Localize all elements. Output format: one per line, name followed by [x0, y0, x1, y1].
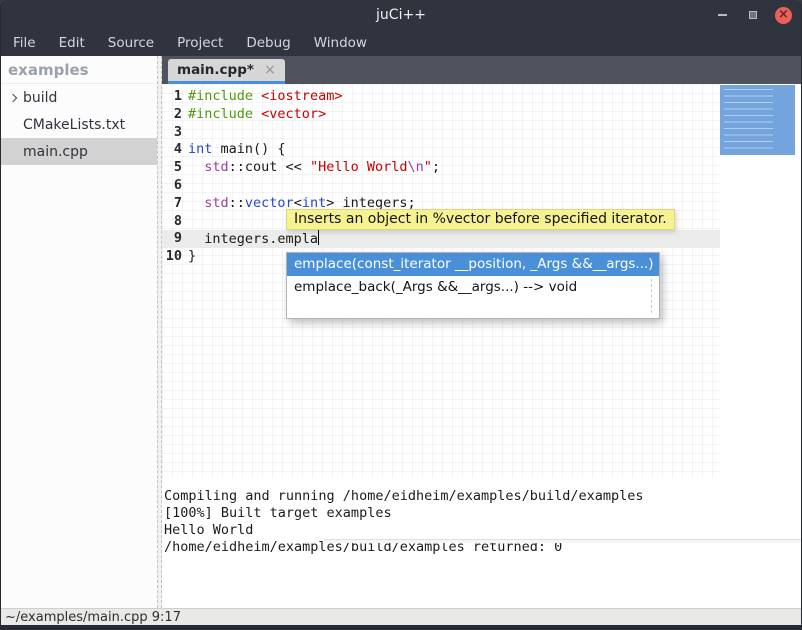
chevron-right-icon: [7, 145, 21, 159]
code-segment: std: [204, 195, 228, 211]
build-output-console[interactable]: Compiling and running /home/eidheim/exam…: [162, 487, 802, 608]
line-number: 1: [162, 88, 188, 106]
code-segment: [188, 159, 204, 175]
code-editor[interactable]: 1#include <iostream>2#include <vector>34…: [162, 84, 802, 483]
line-number: 8: [162, 213, 188, 231]
code-segment: #include: [188, 88, 253, 104]
completion-item[interactable]: emplace(const_iterator __position, _Args…: [287, 253, 659, 276]
line-number: 5: [162, 159, 188, 177]
main-area: main.cpp* × 1#include <iostream>2#includ…: [162, 56, 802, 608]
code-line: 1#include <iostream>: [162, 88, 720, 106]
menu-item-project[interactable]: Project: [174, 33, 226, 53]
code-line: 5 std::cout << "Hello World\n";: [162, 159, 720, 177]
minimap-code-preview: [724, 89, 773, 149]
menu-item-debug[interactable]: Debug: [243, 33, 293, 53]
completion-doc-tooltip: Inserts an object in %vector before spec…: [286, 209, 675, 230]
menu-item-edit[interactable]: Edit: [56, 33, 88, 53]
minimize-button[interactable]: [713, 6, 731, 24]
chevron-right-icon: [7, 91, 21, 105]
tabbar: main.cpp* ×: [162, 56, 802, 84]
code-segment: [253, 88, 261, 104]
maximize-icon: [749, 11, 757, 19]
titlebar[interactable]: juCi++ ×: [0, 0, 802, 30]
window-frame-bottom: [0, 625, 802, 630]
pane-separator-vertical[interactable]: [157, 56, 162, 608]
code-text: }: [188, 248, 196, 266]
code-segment: [188, 195, 204, 211]
menu-item-file[interactable]: File: [10, 33, 39, 53]
code-segment: [253, 106, 261, 122]
window-controls: ×: [713, 0, 792, 30]
code-segment: ;: [432, 159, 440, 175]
code-segment: <iostream>: [261, 88, 342, 104]
completion-item[interactable]: emplace_back(_Args &&__args...) --> void: [287, 276, 659, 299]
code-segment: "Hello World: [310, 159, 408, 175]
code-segment: integers.empla: [188, 231, 318, 247]
chevron-right-icon: [7, 118, 21, 132]
code-segment: int: [188, 141, 212, 157]
sidebar-item-cmakelists-txt[interactable]: CMakeLists.txt: [0, 111, 158, 138]
minimap[interactable]: [720, 85, 795, 155]
completion-popup: emplace(const_iterator __position, _Args…: [286, 252, 660, 319]
menu-item-window[interactable]: Window: [311, 33, 370, 53]
code-line: 6: [162, 177, 720, 195]
code-segment: ::cout <<: [229, 159, 310, 175]
code-segment: main() {: [212, 141, 285, 157]
close-icon: ×: [778, 8, 789, 21]
line-number: 9: [162, 230, 188, 248]
statusbar: ~/examples/main.cpp 9:17: [0, 608, 802, 625]
code-segment: std: [204, 159, 228, 175]
line-number: 7: [162, 195, 188, 213]
text-caret: [318, 230, 319, 245]
menu-item-source[interactable]: Source: [105, 33, 157, 53]
code-text: int main() {: [188, 141, 286, 159]
sidebar-item-build[interactable]: build: [0, 84, 158, 111]
juci-window: juCi++ × File Edit Source Project Debug Windo…: [0, 0, 802, 630]
code-segment: }: [188, 248, 196, 264]
console-line: Compiling and running /home/eidheim/exam…: [164, 488, 802, 505]
file-tree-sidebar: examples build CMakeLists.txt main.cpp: [0, 56, 158, 608]
tab-main-cpp[interactable]: main.cpp* ×: [168, 59, 285, 84]
code-segment: ": [424, 159, 432, 175]
code-segment: #include: [188, 106, 253, 122]
line-number: 10: [162, 248, 188, 266]
code-line: 4int main() {: [162, 141, 720, 159]
sidebar-item-label: build: [23, 90, 57, 106]
line-number: 4: [162, 141, 188, 159]
sidebar-item-main-cpp[interactable]: main.cpp: [0, 138, 158, 165]
tab-close-icon[interactable]: ×: [264, 63, 276, 77]
code-segment: \n: [407, 159, 423, 175]
sidebar-item-label: CMakeLists.txt: [23, 117, 125, 133]
code-segment: <vector>: [261, 106, 326, 122]
code-text: #include <iostream>: [188, 88, 342, 106]
code-lines: 1#include <iostream>2#include <vector>34…: [162, 84, 720, 266]
code-line: 3: [162, 124, 720, 142]
console-line: [100%] Built target examples: [164, 505, 802, 522]
maximize-button[interactable]: [744, 6, 762, 24]
statusbar-file-position: ~/examples/main.cpp 9:17: [5, 610, 181, 625]
menubar: File Edit Source Project Debug Window: [0, 30, 802, 56]
window-title: juCi++: [376, 7, 426, 23]
pane-separator-horizontal[interactable]: [324, 539, 802, 543]
line-number: 2: [162, 106, 188, 124]
console-line: Hello World: [164, 522, 802, 539]
code-text: #include <vector>: [188, 106, 326, 124]
sidebar-header: examples: [0, 56, 158, 84]
code-text: std::cout << "Hello World\n";: [188, 159, 440, 177]
close-button[interactable]: ×: [775, 7, 792, 24]
line-number: 6: [162, 177, 188, 195]
tab-label: main.cpp*: [177, 62, 254, 78]
line-number: 3: [162, 124, 188, 142]
sidebar-item-label: main.cpp: [23, 144, 88, 160]
minimize-icon: [718, 14, 727, 16]
code-line: 2#include <vector>: [162, 106, 720, 124]
code-line: 9 integers.empla: [162, 230, 720, 248]
code-text: integers.empla: [188, 230, 319, 248]
code-segment: ::: [229, 195, 245, 211]
file-tree: build CMakeLists.txt main.cpp: [0, 84, 158, 165]
